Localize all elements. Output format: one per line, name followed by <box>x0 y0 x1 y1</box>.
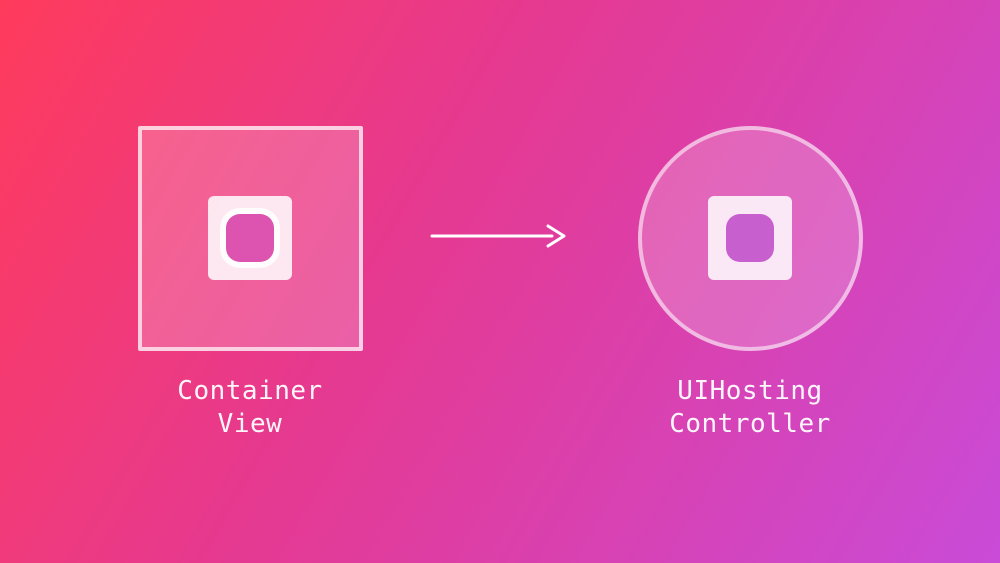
uihosting-controller-col: UIHosting Controller <box>620 123 880 440</box>
container-view-square <box>138 126 363 351</box>
uihosting-controller-label: UIHosting Controller <box>669 375 831 440</box>
container-view-col: Container View <box>120 123 380 440</box>
container-view-label: Container View <box>177 375 322 440</box>
diagram-row: Container View UIHosting Controller <box>120 123 880 440</box>
nested-square-icon <box>200 188 300 288</box>
arrow-right-icon <box>430 222 570 254</box>
uihosting-controller-shape-wrap <box>638 123 863 353</box>
nested-square-icon <box>700 188 800 288</box>
arrow-wrap <box>430 123 570 353</box>
uihosting-controller-circle <box>638 126 863 351</box>
container-view-shape-wrap <box>138 123 363 353</box>
